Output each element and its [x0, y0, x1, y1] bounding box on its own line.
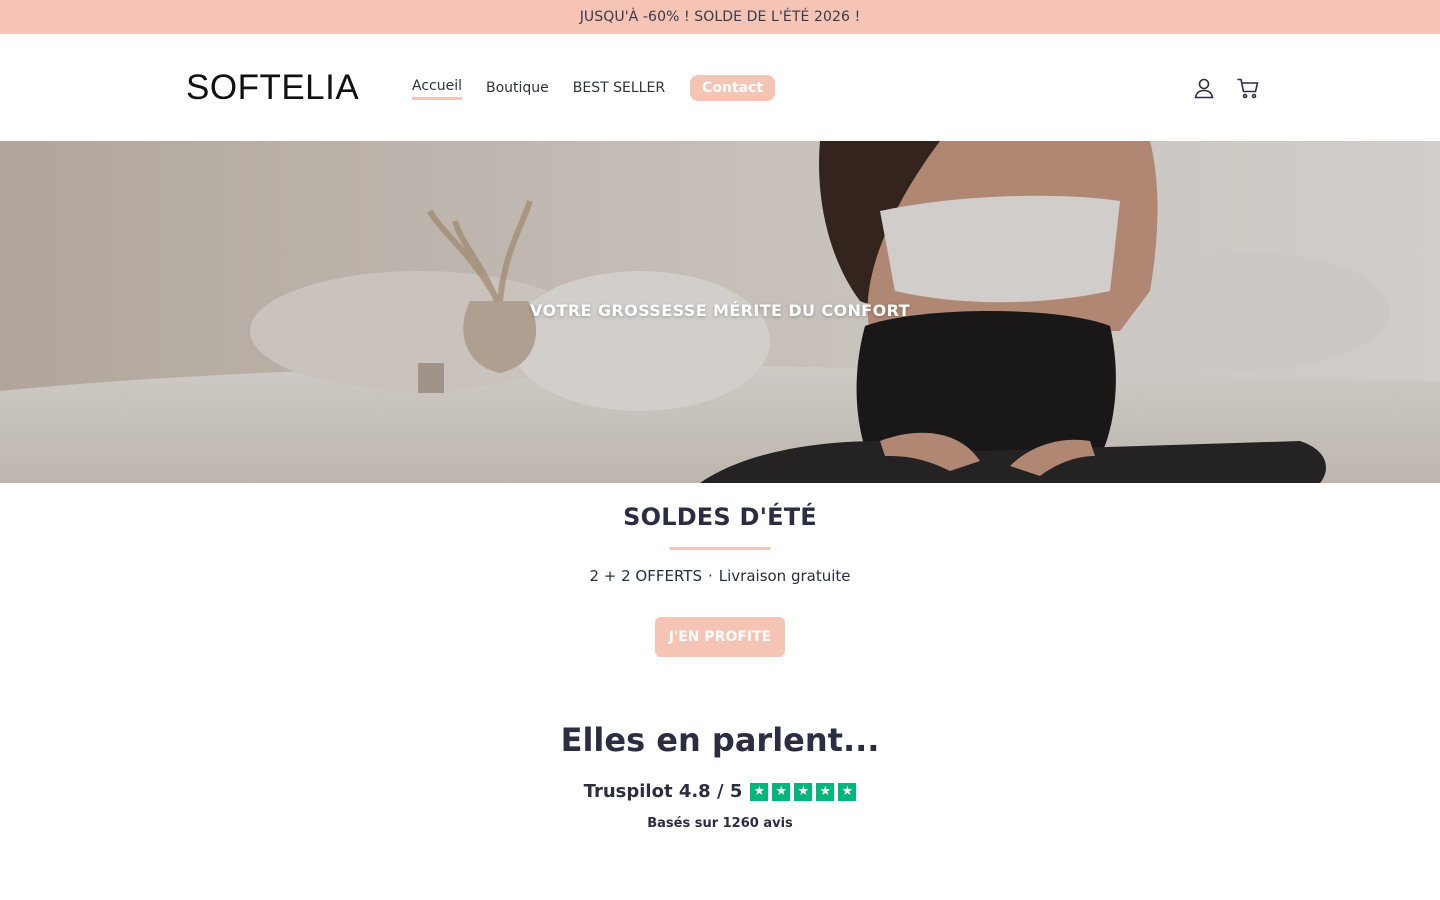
star-icon: ★: [794, 782, 813, 801]
sale-title: SOLDES D'ÉTÉ: [623, 503, 817, 531]
nav-contact-button[interactable]: Contact: [690, 74, 776, 101]
sale-section: SOLDES D'ÉTÉ 2 + 2 OFFERTS · Livraison gra…: [0, 483, 1440, 657]
cta-button[interactable]: J'EN PROFITE: [654, 617, 786, 657]
sale-subtitle: 2 + 2 OFFERTS · Livraison gratuite: [0, 567, 1440, 585]
logo[interactable]: SOFTELIA: [186, 68, 412, 108]
separator-dot: ·: [707, 567, 713, 585]
nav-boutique[interactable]: Boutique: [486, 77, 549, 99]
trustpilot-score: Truspilot 4.8 / 5: [583, 781, 743, 802]
star-icon: ★: [772, 782, 791, 801]
hero-banner: VOTRE GROSSESSE MÉRITE DU CONFORT: [0, 141, 1440, 483]
rating-stars: ★ ★ ★ ★ ★: [750, 782, 857, 801]
nav-accueil[interactable]: Accueil: [412, 75, 462, 100]
star-icon: ★: [750, 782, 769, 801]
trustpilot-rating: Truspilot 4.8 / 5 ★ ★ ★ ★ ★: [584, 781, 857, 802]
reviews-count: Basés sur 1260 avis: [647, 816, 793, 831]
announcement-text: JUSQU'À -60% ! SOLDE DE L'ÉTÉ 2026 !: [579, 9, 861, 25]
star-icon: ★: [816, 782, 835, 801]
site-header: SOFTELIA Accueil Boutique BEST SELLER Co…: [0, 34, 1440, 141]
reviews-section: Elles en parlent... Truspilot 4.8 / 5 ★ …: [0, 721, 1440, 831]
hero-title: VOTRE GROSSESSE MÉRITE DU CONFORT: [530, 301, 910, 320]
header-icons: [1192, 76, 1260, 100]
announcement-bar: JUSQU'À -60% ! SOLDE DE L'ÉTÉ 2026 !: [0, 0, 1440, 34]
reviews-title: Elles en parlent...: [560, 721, 880, 759]
shipping-text: Livraison gratuite: [718, 567, 851, 585]
offer-text: 2 + 2 OFFERTS: [589, 567, 702, 585]
star-icon: ★: [838, 782, 857, 801]
nav-best-seller[interactable]: BEST SELLER: [573, 77, 665, 99]
title-underline: [670, 547, 770, 550]
account-icon[interactable]: [1192, 76, 1216, 100]
main-nav: Accueil Boutique BEST SELLER Contact: [412, 74, 776, 101]
cart-icon[interactable]: [1236, 76, 1260, 100]
